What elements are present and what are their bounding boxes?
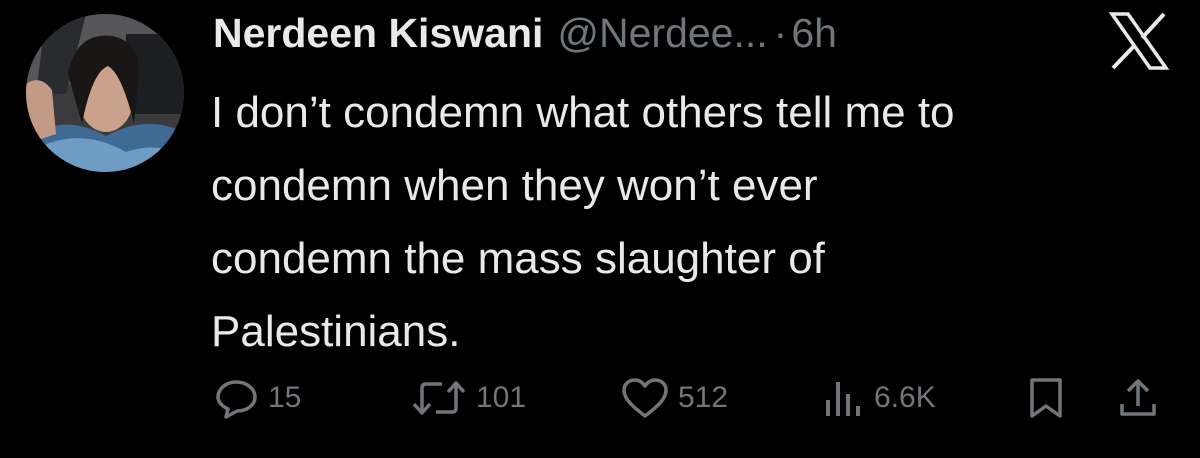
like-button[interactable]: 512 — [620, 376, 728, 420]
like-icon — [622, 378, 668, 418]
x-logo-icon[interactable] — [1108, 12, 1170, 70]
user-handle[interactable]: @Nerdee... — [557, 10, 767, 57]
bookmark-icon — [1030, 378, 1062, 418]
action-bar: 15 101 512 6.6K — [0, 368, 1200, 428]
reply-icon — [216, 380, 257, 419]
views-count: 6.6K — [874, 381, 936, 414]
like-count: 512 — [678, 381, 729, 414]
avatar[interactable] — [26, 14, 184, 172]
share-button[interactable] — [1116, 376, 1160, 420]
bookmark-button[interactable] — [1026, 376, 1066, 420]
views-button[interactable]: 6.6K — [822, 376, 936, 420]
reply-button[interactable]: 15 — [214, 376, 301, 420]
tweet-card[interactable]: Nerdeen Kiswani @Nerdee... · 6h I don’t … — [0, 0, 1200, 458]
reply-count: 15 — [268, 381, 302, 414]
timestamp[interactable]: 6h — [791, 10, 837, 57]
tweet-header: Nerdeen Kiswani @Nerdee... · 6h — [213, 10, 837, 66]
repost-button[interactable]: 101 — [410, 376, 526, 420]
views-icon — [826, 382, 860, 416]
repost-icon — [412, 381, 466, 415]
share-icon — [1120, 379, 1156, 416]
display-name[interactable]: Nerdeen Kiswani — [213, 10, 543, 57]
repost-count: 101 — [476, 381, 527, 414]
avatar-image — [26, 14, 184, 172]
tweet-text: I don’t condemn what others tell me to c… — [211, 88, 955, 356]
separator-dot: · — [773, 10, 788, 56]
